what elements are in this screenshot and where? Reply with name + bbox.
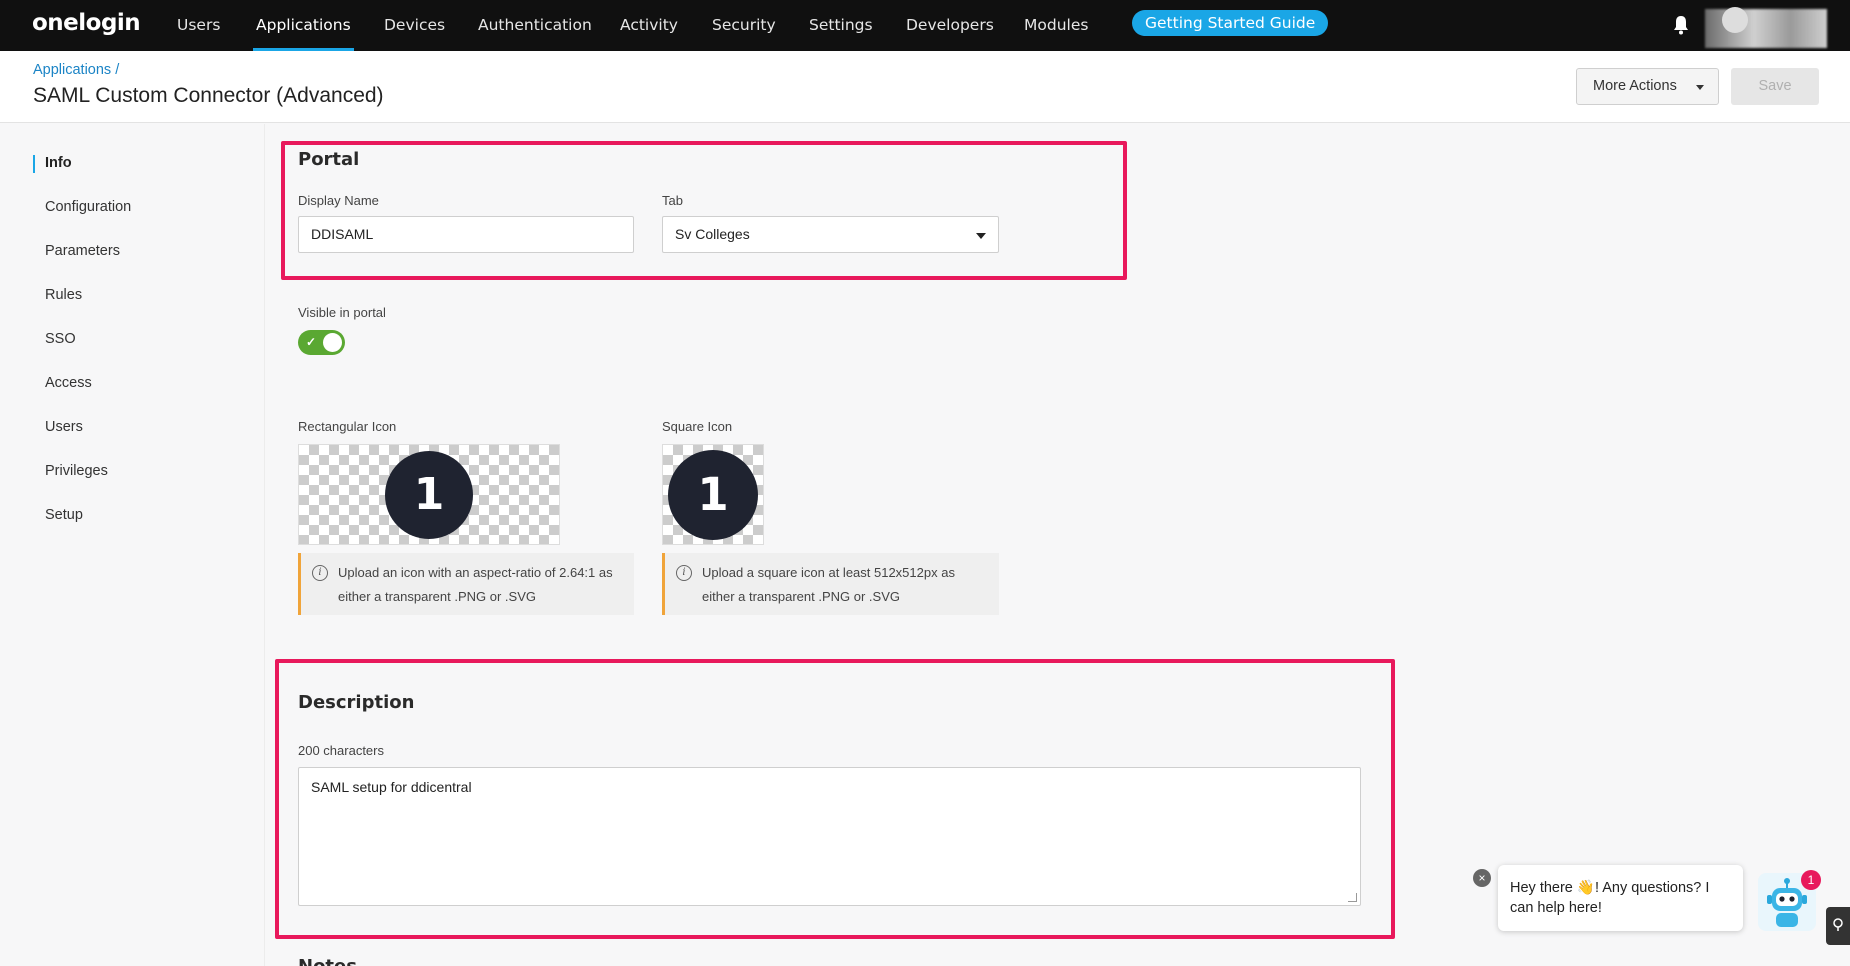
main-content: Portal Display Name DDISAML Tab Sv Colle… bbox=[266, 124, 1850, 966]
sidebar-active-indicator bbox=[33, 155, 35, 173]
display-name-input[interactable]: DDISAML bbox=[298, 216, 634, 253]
square-icon-label: Square Icon bbox=[662, 419, 733, 434]
rectangular-icon-upload[interactable]: 1 bbox=[298, 444, 560, 545]
caret-down-icon bbox=[976, 233, 986, 239]
chat-close-icon[interactable]: × bbox=[1473, 869, 1491, 887]
sidebar-item-setup[interactable]: Setup bbox=[45, 507, 83, 523]
sidebar-item-rules[interactable]: Rules bbox=[45, 287, 82, 303]
getting-started-guide-button[interactable]: Getting Started Guide bbox=[1132, 10, 1329, 36]
square-icon-upload[interactable]: 1 bbox=[662, 444, 764, 545]
display-name-label: Display Name bbox=[298, 193, 379, 208]
chevron-down-icon bbox=[1696, 85, 1704, 90]
description-limit-label: 200 characters bbox=[298, 743, 384, 758]
info-icon: i bbox=[312, 565, 328, 581]
app-icon-preview: 1 bbox=[385, 451, 473, 539]
rectangular-icon-notice: i Upload an icon with an aspect-ratio of… bbox=[298, 553, 634, 615]
avatar[interactable] bbox=[1722, 7, 1748, 33]
nav-users[interactable]: Users bbox=[177, 0, 220, 51]
notes-section-title: Notes bbox=[298, 956, 357, 966]
breadcrumb[interactable]: Applications / bbox=[33, 62, 119, 78]
bell-icon[interactable] bbox=[1672, 14, 1690, 36]
rectangular-icon-label: Rectangular Icon bbox=[298, 419, 397, 434]
visible-in-portal-toggle[interactable]: ✓ bbox=[298, 330, 345, 355]
page-header: Applications / SAML Custom Connector (Ad… bbox=[0, 51, 1850, 123]
sidebar-item-parameters[interactable]: Parameters bbox=[45, 243, 120, 259]
nav-security[interactable]: Security bbox=[712, 0, 776, 51]
sidebar-item-info[interactable]: Info bbox=[45, 155, 72, 171]
sidebar-item-sso[interactable]: SSO bbox=[45, 331, 76, 347]
nav-activity[interactable]: Activity bbox=[620, 0, 678, 51]
toggle-knob bbox=[323, 333, 342, 352]
app-icon-preview-square: 1 bbox=[668, 450, 758, 540]
nav-modules[interactable]: Modules bbox=[1024, 0, 1088, 51]
square-icon-notice: i Upload a square icon at least 512x512p… bbox=[662, 553, 999, 615]
save-button[interactable]: Save bbox=[1731, 68, 1819, 105]
more-actions-button[interactable]: More Actions bbox=[1576, 68, 1719, 105]
description-text: SAML setup for ddicentral bbox=[311, 779, 472, 795]
chat-bubble[interactable]: Hey there 👋! Any questions? I can help h… bbox=[1498, 865, 1743, 931]
info-icon: i bbox=[676, 565, 692, 581]
chat-notification-badge: 1 bbox=[1801, 870, 1821, 890]
tab-select-value: Sv Colleges bbox=[675, 226, 750, 242]
nav-developers[interactable]: Developers bbox=[906, 0, 994, 51]
nav-authentication[interactable]: Authentication bbox=[478, 0, 592, 51]
nav-applications[interactable]: Applications bbox=[253, 0, 354, 51]
lightbulb-icon bbox=[1833, 918, 1843, 931]
nav-settings[interactable]: Settings bbox=[809, 0, 873, 51]
feedback-tab[interactable] bbox=[1826, 907, 1850, 945]
rectangular-icon-notice-text: Upload an icon with an aspect-ratio of 2… bbox=[338, 565, 613, 604]
sidebar-item-configuration[interactable]: Configuration bbox=[45, 199, 131, 215]
sidebar-item-access[interactable]: Access bbox=[45, 375, 92, 391]
visible-in-portal-label: Visible in portal bbox=[298, 305, 386, 320]
sidebar-item-privileges[interactable]: Privileges bbox=[45, 463, 108, 479]
portal-section-title: Portal bbox=[298, 149, 360, 170]
top-nav: onelogin Users Applications Devices Auth… bbox=[0, 0, 1850, 51]
page-title: SAML Custom Connector (Advanced) bbox=[33, 84, 384, 107]
resize-handle-icon[interactable] bbox=[1348, 893, 1357, 902]
onelogin-logo[interactable]: onelogin bbox=[32, 10, 141, 36]
portal-highlight bbox=[281, 141, 1127, 280]
sidebar-item-users[interactable]: Users bbox=[45, 419, 83, 435]
description-textarea[interactable]: SAML setup for ddicentral bbox=[298, 767, 1361, 906]
description-section-title: Description bbox=[298, 692, 415, 713]
square-icon-notice-text: Upload a square icon at least 512x512px … bbox=[702, 565, 955, 604]
nav-devices[interactable]: Devices bbox=[384, 0, 445, 51]
tab-select[interactable]: Sv Colleges bbox=[662, 216, 999, 253]
check-icon: ✓ bbox=[306, 335, 317, 349]
more-actions-label: More Actions bbox=[1593, 78, 1677, 94]
tab-label: Tab bbox=[662, 193, 683, 208]
sidebar bbox=[0, 124, 265, 966]
